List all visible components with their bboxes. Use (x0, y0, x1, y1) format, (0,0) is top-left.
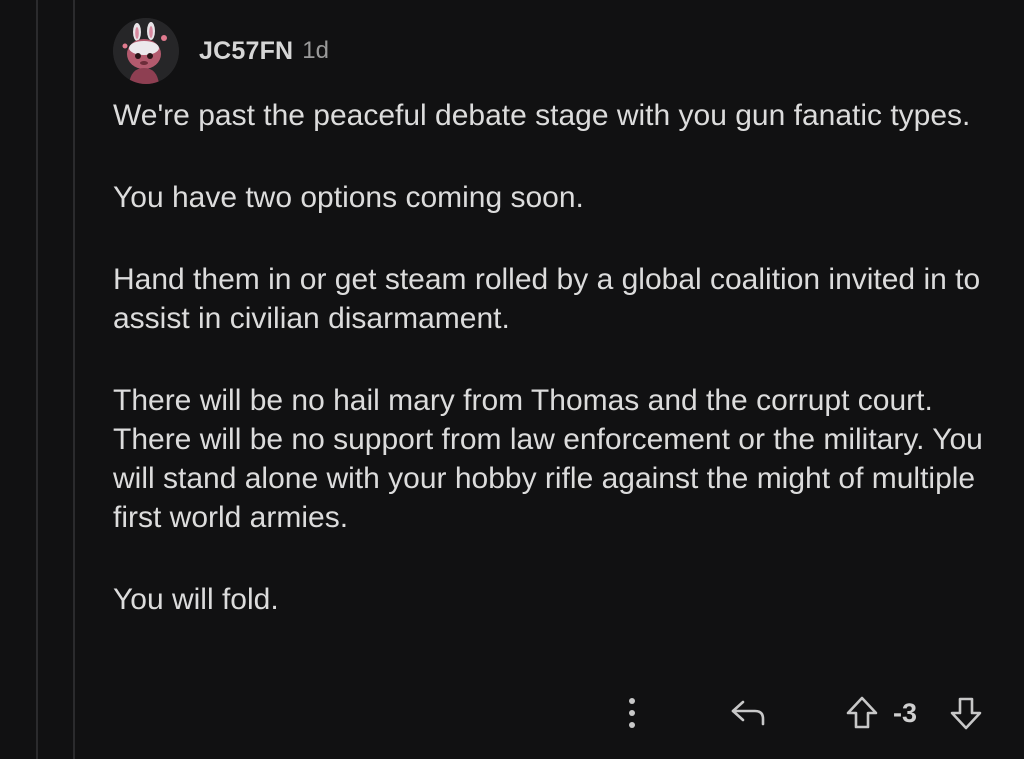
avatar[interactable] (113, 18, 179, 84)
comment-body: We're past the peaceful debate stage wit… (113, 96, 993, 619)
comment-paragraph: You have two options coming soon. (113, 181, 584, 214)
more-vertical-icon (629, 698, 635, 728)
reply-arrow-icon (731, 700, 765, 726)
downvote-button[interactable] (944, 688, 988, 738)
avatar-image (113, 18, 179, 84)
comment-paragraph: There will be no hail mary from Thomas a… (113, 384, 983, 534)
comment-actions: -3 (0, 688, 1024, 738)
comment-paragraph: We're past the peaceful debate stage wit… (113, 99, 971, 132)
comment-paragraph: You will fold. (113, 583, 279, 616)
downvote-arrow-icon (950, 697, 982, 730)
upvote-button[interactable] (840, 688, 884, 738)
comment-header: JC57FN 1d (113, 18, 993, 84)
thread-line-inner[interactable] (73, 0, 75, 759)
timestamp: 1d (302, 37, 329, 64)
more-options-button[interactable] (612, 688, 652, 738)
upvote-arrow-icon (846, 696, 878, 729)
comment: JC57FN 1d We're past the peaceful debate… (113, 18, 993, 619)
thread-line-outer[interactable] (36, 0, 38, 759)
reply-button[interactable] (724, 688, 774, 738)
comment-paragraph: Hand them in or get steam rolled by a gl… (113, 263, 981, 335)
vote-score: -3 (893, 698, 918, 728)
username[interactable]: JC57FN (199, 37, 293, 66)
